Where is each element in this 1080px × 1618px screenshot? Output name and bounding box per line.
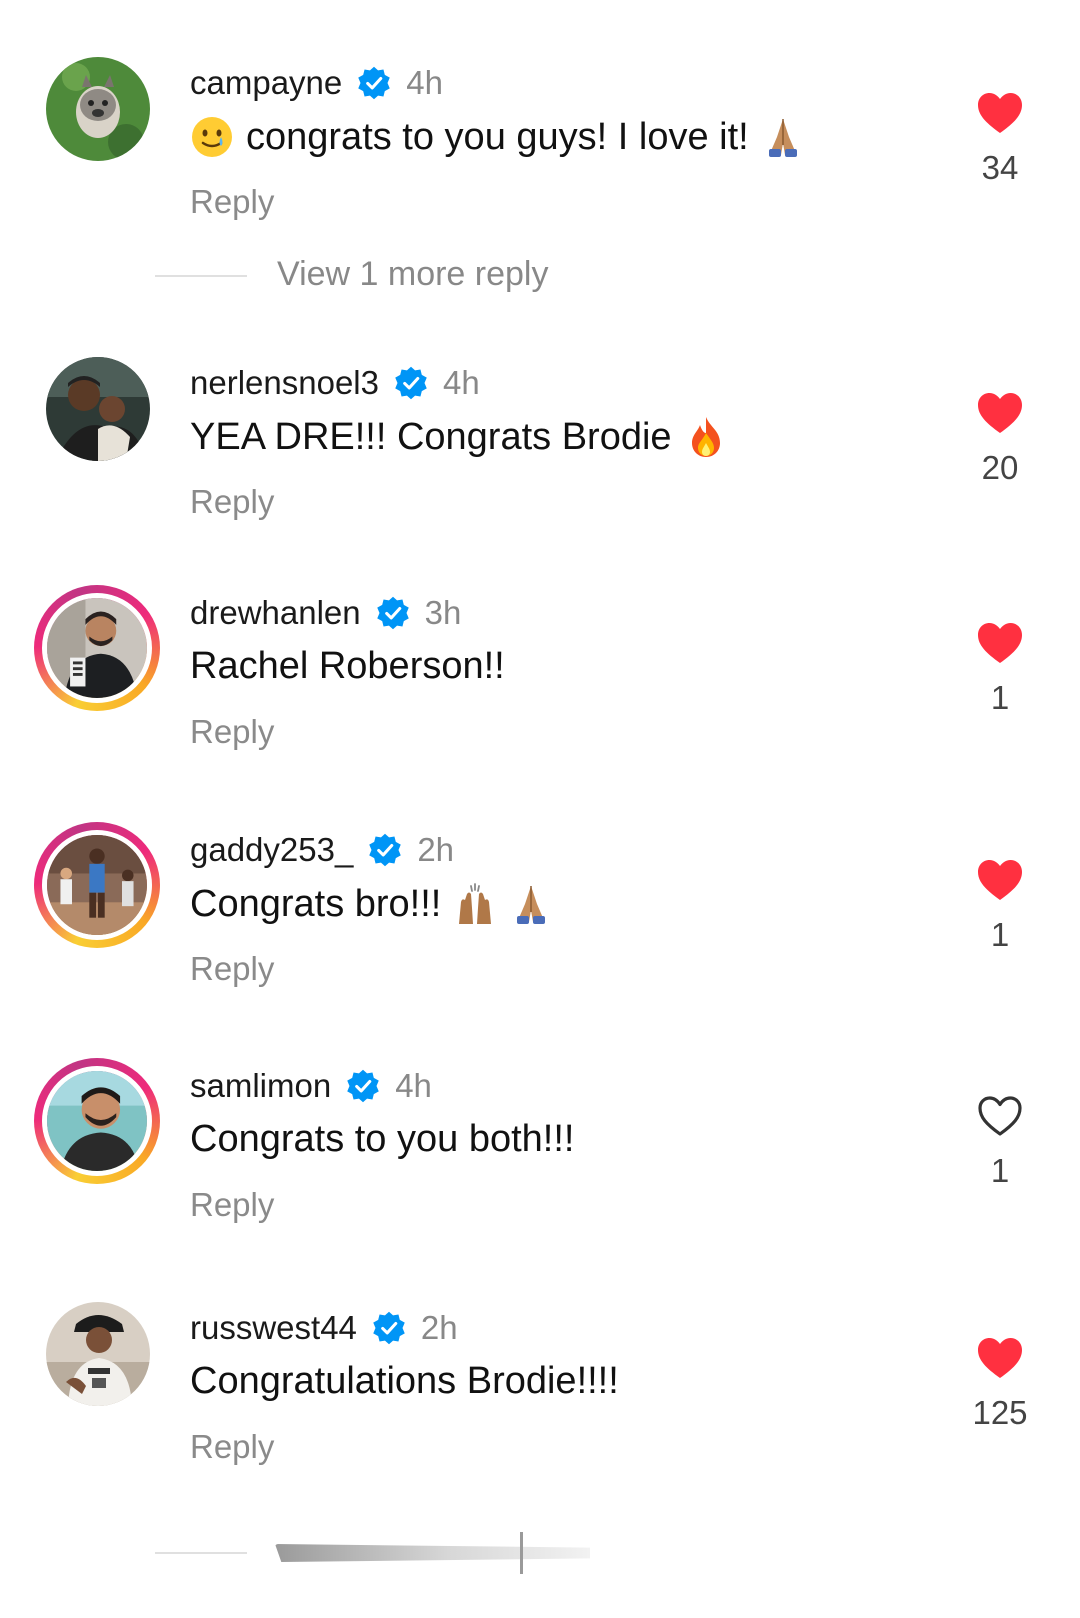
comment-header: nerlensnoel3 4h	[190, 363, 480, 403]
heart-filled-icon[interactable]	[976, 621, 1024, 665]
comment-item: nerlensnoel3 4h YEA DRE!!! Congrats Brod…	[0, 355, 1080, 535]
fire-emoji-icon	[684, 415, 728, 459]
avatar	[42, 830, 152, 940]
view-more-replies-link[interactable]: View 1 more reply	[277, 255, 549, 294]
comment-text: congrats to you guys! I love it!	[246, 115, 749, 158]
comment-header: campayne 4h	[190, 63, 443, 103]
like-count: 1	[990, 679, 1010, 716]
timestamp: 4h	[442, 364, 480, 401]
username[interactable]: campayne	[190, 64, 342, 102]
username[interactable]: samlimon	[190, 1067, 331, 1105]
comment-header: drewhanlen 3h	[190, 593, 461, 633]
raised-hands-emoji-icon	[453, 882, 497, 926]
timestamp: 2h	[417, 831, 455, 868]
verified-badge-icon	[356, 65, 392, 101]
reply-button[interactable]: Reply	[190, 483, 274, 521]
comment-item: drewhanlen 3h Rachel Roberson!! Reply 1	[0, 585, 1080, 765]
username[interactable]: nerlensnoel3	[190, 364, 379, 402]
avatar[interactable]	[46, 357, 150, 461]
like-count: 34	[981, 149, 1019, 186]
divider-line	[155, 1552, 247, 1554]
comment-text: YEA DRE!!! Congrats Brodie	[190, 415, 672, 458]
comment-body: Congrats bro!!!	[190, 882, 553, 926]
comment-item: campayne 4h congrats to you guys! I love…	[0, 55, 1080, 235]
heart-filled-icon[interactable]	[976, 391, 1024, 435]
like-section: 20	[940, 391, 1060, 487]
comment-header: gaddy253_ 2h	[190, 830, 454, 870]
teary-smile-emoji-icon	[190, 115, 234, 159]
heart-filled-icon[interactable]	[976, 858, 1024, 902]
comment-body: Congrats to you both!!!	[190, 1118, 574, 1161]
view-more-replies[interactable]: View 1 more reply	[0, 255, 1080, 295]
loading-more-indicator	[0, 1530, 1080, 1590]
timestamp: 4h	[395, 1067, 432, 1104]
like-section: 1	[940, 621, 1060, 717]
reply-button[interactable]: Reply	[190, 950, 274, 988]
like-count: 1	[990, 1152, 1010, 1189]
comment-header: samlimon 4h	[190, 1066, 432, 1106]
comment-item: gaddy253_ 2h Congrats bro!!! Reply 1	[0, 822, 1080, 1002]
heart-outline-icon[interactable]	[976, 1094, 1024, 1138]
comment-body: Congratulations Brodie!!!!	[190, 1360, 619, 1403]
like-count: 1	[990, 916, 1010, 953]
username[interactable]: gaddy253_	[190, 831, 353, 869]
avatar[interactable]	[46, 57, 150, 161]
verified-badge-icon	[345, 1068, 381, 1104]
comment-item: samlimon 4h Congrats to you both!!! Repl…	[0, 1058, 1080, 1238]
username[interactable]: drewhanlen	[190, 594, 361, 632]
folded-hands-emoji-icon	[509, 882, 553, 926]
heart-filled-icon[interactable]	[976, 91, 1024, 135]
avatar	[42, 1066, 152, 1176]
like-count: 20	[981, 449, 1019, 486]
verified-badge-icon	[367, 832, 403, 868]
verified-badge-icon	[375, 595, 411, 631]
comment-text: Congrats to you both!!!	[190, 1118, 575, 1160]
avatar-story-ring[interactable]	[34, 822, 160, 948]
avatar	[42, 593, 152, 703]
loading-bar	[275, 1544, 590, 1562]
comment-body: YEA DRE!!! Congrats Brodie	[190, 415, 728, 459]
loading-tick	[520, 1532, 523, 1574]
like-section: 1	[940, 1094, 1060, 1190]
folded-hands-emoji-icon	[761, 115, 805, 159]
username[interactable]: russwest44	[190, 1309, 357, 1347]
comment-item: russwest44 2h Congratulations Brodie!!!!…	[0, 1300, 1080, 1480]
avatar-story-ring[interactable]	[34, 1058, 160, 1184]
reply-button[interactable]: Reply	[190, 1428, 274, 1466]
timestamp: 2h	[420, 1309, 458, 1346]
comment-body: Rachel Roberson!!	[190, 645, 505, 688]
like-section: 34	[940, 91, 1060, 187]
timestamp: 3h	[424, 594, 462, 631]
avatar-story-ring[interactable]	[34, 585, 160, 711]
like-section: 1	[940, 858, 1060, 954]
like-count: 125	[972, 1394, 1028, 1431]
comment-text: Congratulations Brodie!!!!	[190, 1360, 619, 1402]
divider-line	[155, 275, 247, 277]
comment-text: Congrats bro!!!	[190, 882, 442, 925]
reply-button[interactable]: Reply	[190, 713, 274, 751]
verified-badge-icon	[393, 365, 429, 401]
heart-filled-icon[interactable]	[976, 1336, 1024, 1380]
comment-text: Rachel Roberson!!	[190, 645, 505, 687]
like-section: 125	[940, 1336, 1060, 1432]
reply-button[interactable]: Reply	[190, 183, 274, 221]
verified-badge-icon	[371, 1310, 407, 1346]
timestamp: 4h	[406, 64, 443, 101]
comment-body: congrats to you guys! I love it!	[190, 115, 805, 159]
reply-button[interactable]: Reply	[190, 1186, 274, 1224]
avatar[interactable]	[46, 1302, 150, 1406]
comment-header: russwest44 2h	[190, 1308, 458, 1348]
